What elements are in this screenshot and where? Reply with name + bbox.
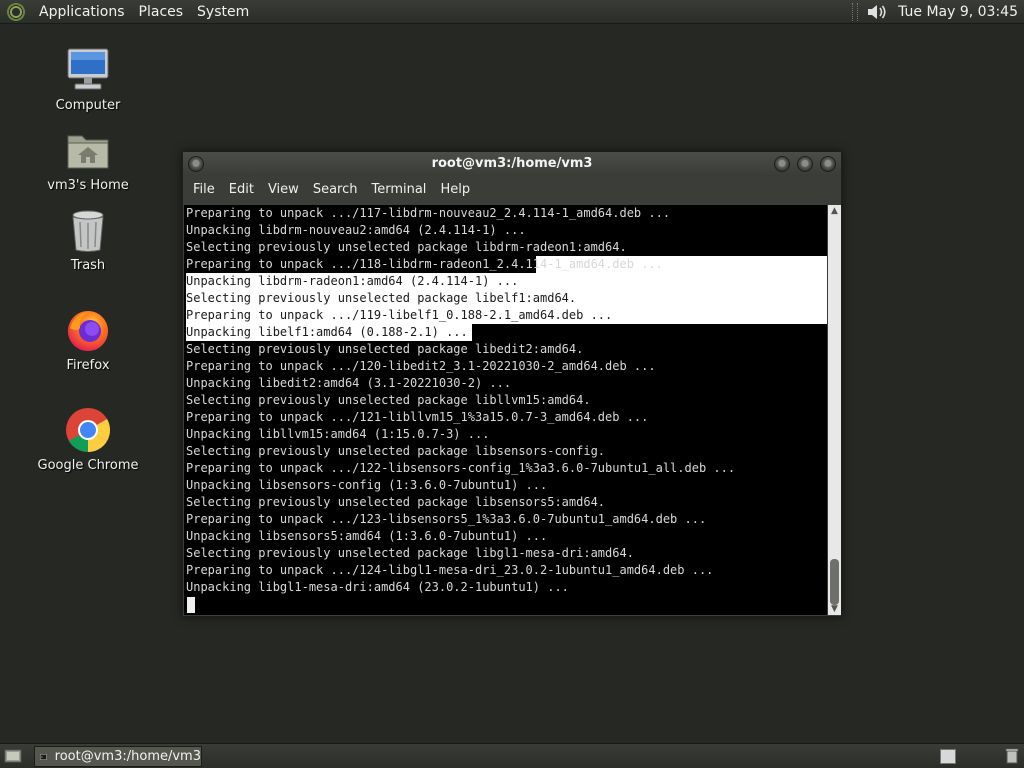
top-panel-tray: Tue May 9, 03:45 [852, 0, 1024, 24]
terminal-icon [40, 753, 47, 760]
desktop-icon-label: Trash [70, 258, 106, 273]
close-button[interactable] [820, 156, 836, 172]
terminal-line-selected: Selecting previously unselected package … [186, 290, 827, 307]
desktop-icon-label: vm3's Home [47, 178, 129, 193]
terminal-line: Selecting previously unselected package … [186, 240, 627, 254]
taskbar-label: root@vm3:/home/vm3 [54, 749, 201, 764]
computer-icon [67, 48, 109, 90]
terminal-line: Preparing to unpack .../124-libgl1-mesa-… [186, 563, 714, 577]
terminal-scrollbar[interactable]: ▲ ▼ [828, 205, 841, 615]
trash-applet-icon[interactable] [1005, 748, 1019, 764]
terminal-line: Selecting previously unselected package … [186, 342, 584, 356]
desktop-icon-firefox[interactable]: Firefox [33, 306, 143, 373]
workspace-switcher[interactable] [940, 749, 956, 764]
show-desktop-icon[interactable] [4, 748, 22, 764]
terminal-line: Unpacking libgl1-mesa-dri:amd64 (23.0.2-… [186, 580, 569, 594]
menu-edit[interactable]: Edit [222, 176, 261, 204]
terminal-line-selected: Preparing to unpack .../118-libdrm-radeo… [186, 256, 827, 273]
applications-menu[interactable]: Applications [32, 0, 132, 24]
menu-terminal[interactable]: Terminal [364, 176, 433, 204]
title-bar[interactable]: root@vm3:/home/vm3 [183, 152, 841, 176]
terminal-line: Unpacking libdrm-nouveau2:amd64 (2.4.114… [186, 223, 526, 237]
bottom-panel: root@vm3:/home/vm3 [0, 743, 1024, 768]
terminal-line-selected: Preparing to unpack .../119-libelf1_0.18… [186, 307, 827, 324]
scroll-down-arrow-icon[interactable]: ▼ [828, 603, 841, 615]
terminal-line: Unpacking libedit2:amd64 (3.1-20221030-2… [186, 376, 512, 390]
terminal-line: Unpacking libllvm15:amd64 (1:15.0.7-3) .… [186, 427, 490, 441]
system-menu[interactable]: System [190, 0, 256, 24]
scroll-up-arrow-icon[interactable]: ▲ [828, 205, 841, 217]
terminal-output[interactable]: Preparing to unpack .../117-libdrm-nouve… [184, 205, 827, 615]
terminal-line: Selecting previously unselected package … [186, 393, 591, 407]
window-title: root@vm3:/home/vm3 [431, 156, 593, 171]
desktop-icon-label: Firefox [66, 358, 110, 373]
terminal-line: Preparing to unpack .../121-libllvm15_1%… [186, 410, 649, 424]
terminal-line-selected: Unpacking libelf1:amd64 (0.188-2.1) ... [186, 324, 827, 341]
clock[interactable]: Tue May 9, 03:45 [898, 4, 1024, 20]
maximize-button[interactable] [797, 156, 813, 172]
terminal-line: Unpacking libsensors-config (1:3.6.0-7ub… [186, 478, 548, 492]
minimize-button[interactable] [774, 156, 790, 172]
desktop-icon-trash[interactable]: Trash [33, 206, 143, 273]
scroll-thumb[interactable] [830, 559, 839, 605]
top-panel: Applications Places System Tue May 9, 03… [0, 0, 1024, 24]
terminal-line: Preparing to unpack .../117-libdrm-nouve… [186, 206, 671, 220]
desktop-icon-chrome[interactable]: Google Chrome [33, 406, 143, 473]
firefox-icon [68, 311, 108, 351]
menu-help[interactable]: Help [433, 176, 477, 204]
panel-separator [852, 3, 859, 21]
taskbar-terminal-button[interactable]: root@vm3:/home/vm3 [34, 746, 202, 767]
terminal-line: Selecting previously unselected package … [186, 546, 634, 560]
desktop-icon-label: Computer [55, 98, 121, 113]
terminal-window[interactable]: root@vm3:/home/vm3 File Edit View Search… [182, 151, 842, 617]
terminal-line: Preparing to unpack .../120-libedit2_3.1… [186, 359, 656, 373]
terminal-line: Unpacking libsensors5:amd64 (1:3.6.0-7ub… [186, 529, 548, 543]
terminal-lines: Preparing to unpack .../117-libdrm-nouve… [186, 205, 827, 596]
distro-logo-icon[interactable] [6, 1, 26, 22]
menu-view[interactable]: View [261, 176, 306, 204]
terminal-line: Selecting previously unselected package … [186, 495, 606, 509]
menu-bar: File Edit View Search Terminal Help [183, 176, 841, 204]
terminal-cursor [187, 597, 195, 613]
desktop-icon-label: Google Chrome [37, 458, 139, 473]
places-menu[interactable]: Places [132, 0, 191, 24]
volume-icon[interactable] [866, 2, 888, 22]
desktop-icon-computer[interactable]: Computer [33, 46, 143, 113]
menu-search[interactable]: Search [306, 176, 365, 204]
desktop-icon-home[interactable]: vm3's Home [33, 126, 143, 193]
terminal-line: Preparing to unpack .../122-libsensors-c… [186, 461, 736, 475]
menu-file[interactable]: File [186, 176, 222, 204]
terminal-line-selected: Unpacking libdrm-radeon1:amd64 (2.4.114-… [186, 273, 827, 290]
home-folder-icon [67, 135, 109, 169]
terminal-line: Preparing to unpack .../123-libsensors5_… [186, 512, 707, 526]
trash-icon [72, 210, 104, 252]
terminal-line: Selecting previously unselected package … [186, 444, 606, 458]
chrome-icon [66, 408, 110, 452]
